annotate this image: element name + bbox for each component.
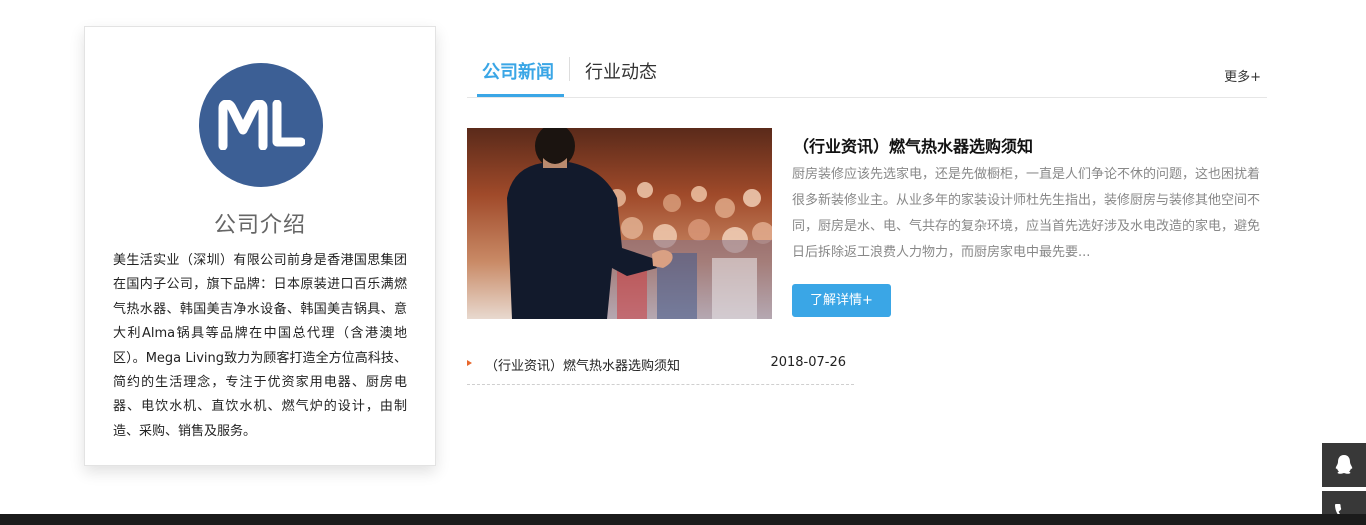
active-tab-indicator: [477, 94, 564, 97]
featured-news-description: 厨房装修应该先选家电，还是先做橱柜，一直是人们争论不休的问题，这也困扰着很多新装…: [792, 167, 1261, 260]
intro-title: 公司介绍: [213, 213, 306, 238]
qq-contact-button[interactable]: [1322, 443, 1366, 487]
featured-news-title[interactable]: （行业资讯）燃气热水器选购须知: [793, 133, 1033, 157]
news-item-date: 2018-07-26: [770, 355, 846, 370]
conference-image: [467, 128, 772, 319]
featured-news-image[interactable]: [467, 128, 772, 319]
tab-industry-news[interactable]: 行业动态: [585, 58, 657, 84]
ml-logo-icon: [218, 100, 305, 150]
arrow-right-icon: [467, 360, 472, 366]
intro-description: 美生活实业（深圳）有限公司前身是香港国思集团在国内子公司，旗下品牌：日本原装进口…: [113, 253, 407, 439]
more-link[interactable]: 更多+: [1224, 66, 1261, 85]
company-intro-card: 公司介绍 美生活实业（深圳）有限公司前身是香港国思集团在国内子公司，旗下品牌：日…: [84, 26, 436, 466]
tab-company-news[interactable]: 公司新闻: [482, 58, 554, 84]
news-item-title[interactable]: （行业资讯）燃气热水器选购须知: [485, 355, 680, 374]
news-section: 公司新闻 行业动态 更多+ （行业资讯）燃气热水器选购须知 厨房装修应该先选家电…: [467, 40, 1267, 385]
learn-more-button[interactable]: 了解详情+: [792, 284, 891, 317]
news-tabs: 公司新闻 行业动态 更多+: [467, 40, 1267, 98]
page: 公司介绍 美生活实业（深圳）有限公司前身是香港国思集团在国内子公司，旗下品牌：日…: [0, 0, 1366, 525]
company-logo: [199, 63, 323, 187]
tab-divider: [569, 57, 570, 81]
qq-icon: [1335, 455, 1353, 474]
featured-news: （行业资讯）燃气热水器选购须知 厨房装修应该先选家电，还是先做橱柜，一直是人们争…: [467, 128, 1267, 320]
news-list-item[interactable]: （行业资讯）燃气热水器选购须知 2018-07-26: [467, 343, 854, 385]
footer-bar: [0, 514, 1366, 525]
